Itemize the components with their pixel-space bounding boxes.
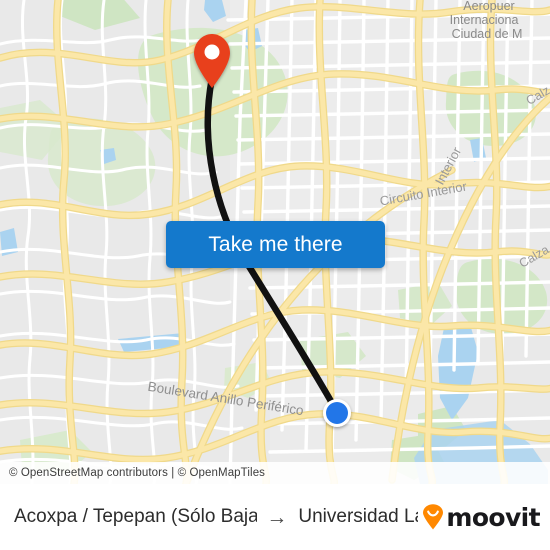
take-me-there-label: Take me there	[208, 232, 343, 256]
map-label: Aeropuer	[463, 0, 514, 13]
map-attribution: © OpenStreetMap contributors | © OpenMap…	[0, 462, 550, 484]
origin-dot-marker	[323, 399, 351, 427]
arrow-right-icon: →	[266, 505, 288, 529]
moovit-route-card: Aeropuer Internaciona Ciudad de M Interi…	[0, 0, 550, 550]
origin-label: Acoxpa / Tepepan (Sólo Bajada ...	[14, 506, 258, 527]
attribution-text: © OpenStreetMap contributors | © OpenMap…	[9, 467, 266, 479]
route-footer: Acoxpa / Tepepan (Sólo Bajada ... → Univ…	[0, 484, 550, 550]
moovit-pin-icon	[422, 504, 444, 530]
take-me-there-button[interactable]: Take me there	[166, 221, 385, 268]
destination-label: Universidad La ...	[298, 506, 418, 527]
map-label: Internaciona	[450, 13, 519, 27]
moovit-logo[interactable]: moovit	[422, 502, 541, 532]
moovit-wordmark: moovit	[446, 502, 540, 532]
map-label: Ciudad de M	[452, 27, 523, 41]
